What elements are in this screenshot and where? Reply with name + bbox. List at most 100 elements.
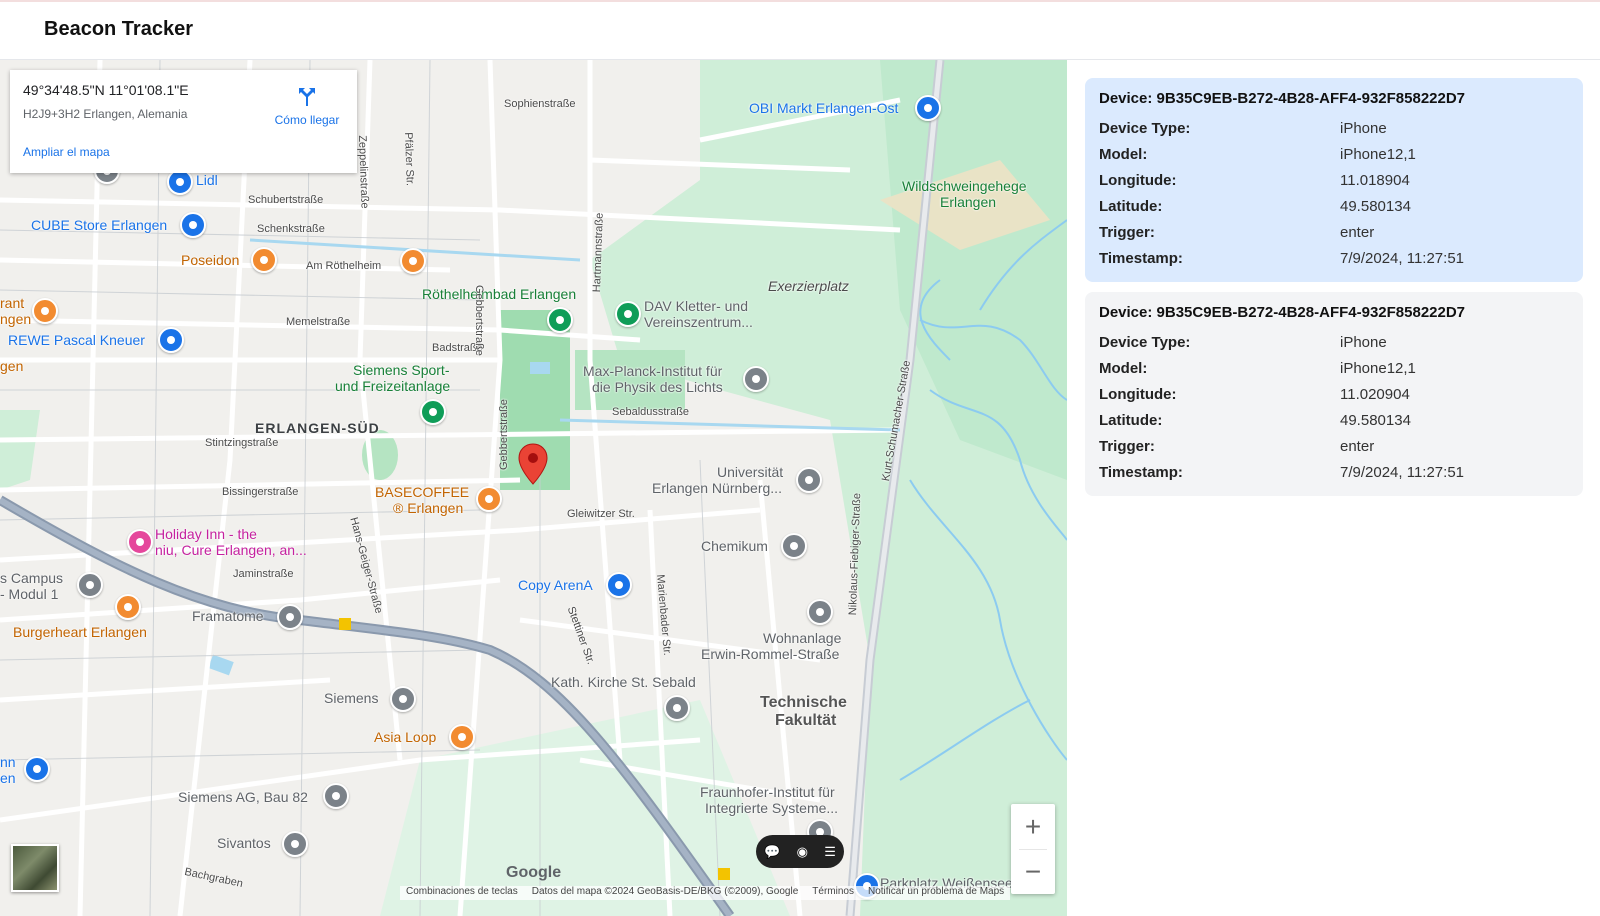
enlarge-map-link[interactable]: Ampliar el mapa xyxy=(23,145,110,159)
poi-label-burgerheart[interactable]: Burgerheart Erlangen xyxy=(13,624,147,640)
school-icon[interactable] xyxy=(796,467,822,493)
field-value: 49.580134 xyxy=(1340,197,1411,215)
poi-label-chemikum[interactable]: Chemikum xyxy=(701,538,768,554)
eye-icon[interactable]: ◉ xyxy=(797,844,808,860)
poi-label-wohnanlage-2[interactable]: Erwin-Rommel-Straße xyxy=(701,646,839,662)
poi-label-partial-2[interactable]: ngen xyxy=(0,311,31,327)
shopping-bag-icon[interactable] xyxy=(180,212,206,238)
zoom-out-button[interactable]: − xyxy=(1011,849,1055,894)
poi-label-uni[interactable]: Universität xyxy=(717,464,783,480)
poi-label-fraunhofer[interactable]: Fraunhofer-Institut für xyxy=(700,784,835,800)
place-icon[interactable] xyxy=(420,399,446,425)
field-row: Latitude: 49.580134 xyxy=(1099,407,1569,433)
district-label: ERLANGEN-SÜD xyxy=(255,420,380,436)
field-key: Trigger: xyxy=(1099,437,1155,455)
poi-label-siemens-sport-2[interactable]: und Freizeitanlage xyxy=(335,378,450,394)
place-icon[interactable] xyxy=(282,831,308,857)
list-icon[interactable]: ☰ xyxy=(824,844,836,860)
poi-label-rewe[interactable]: REWE Pascal Kneuer xyxy=(8,332,145,348)
school-icon[interactable] xyxy=(781,533,807,559)
poi-label-uni-2[interactable]: Erlangen Nürnberg... xyxy=(652,480,782,496)
shopping-cart-icon[interactable] xyxy=(158,327,184,353)
field-key: Longitude: xyxy=(1099,385,1177,403)
poi-label-siemens-ag[interactable]: Siemens AG, Bau 82 xyxy=(178,789,308,805)
directions-label: Cómo llegar xyxy=(274,113,340,127)
poi-label-asialoop[interactable]: Asia Loop xyxy=(374,729,436,745)
restaurant-icon[interactable] xyxy=(400,248,426,274)
poi-label-holiday[interactable]: Holiday Inn - the xyxy=(155,526,257,542)
place-icon[interactable] xyxy=(77,572,103,598)
place-icon[interactable] xyxy=(323,783,349,809)
hotel-icon[interactable] xyxy=(127,529,153,555)
poi-label-maxplanck[interactable]: Max-Planck-Institut für xyxy=(583,363,722,379)
restaurant-icon[interactable] xyxy=(115,594,141,620)
place-icon[interactable] xyxy=(615,301,641,327)
poi-label-lidl[interactable]: Lidl xyxy=(196,172,218,188)
poi-label-wildschwein-2[interactable]: Erlangen xyxy=(940,194,996,210)
shopping-bag-icon[interactable] xyxy=(606,572,632,598)
poi-label-campus-2[interactable]: - Modul 1 xyxy=(0,586,58,602)
directions-button[interactable]: Cómo llegar xyxy=(262,84,352,127)
place-icon[interactable] xyxy=(807,599,833,625)
field-key: Longitude: xyxy=(1099,171,1177,189)
poi-label-sivantos[interactable]: Sivantos xyxy=(217,835,271,851)
poi-label-campus[interactable]: s Campus xyxy=(0,570,63,586)
zoom-in-button[interactable]: + xyxy=(1011,804,1055,849)
poi-label-poseidon[interactable]: Poseidon xyxy=(181,252,239,268)
poi-label-cube[interactable]: CUBE Store Erlangen xyxy=(31,217,167,233)
poi-label-partial-3[interactable]: gen xyxy=(0,358,23,374)
comment-icon[interactable]: 💬 xyxy=(764,844,780,860)
field-value: 7/9/2024, 11:27:51 xyxy=(1340,463,1464,481)
keyboard-shortcuts-link[interactable]: Combinaciones de teclas xyxy=(406,886,518,900)
shopping-bag-icon[interactable] xyxy=(915,95,941,121)
zoom-control: + − xyxy=(1011,804,1055,894)
poi-label-basecoffee-2[interactable]: ® Erlangen xyxy=(393,500,463,516)
poi-label-partial[interactable]: rant xyxy=(0,295,24,311)
poi-label-wildschwein[interactable]: Wildschweingehege xyxy=(902,178,1027,194)
shopping-bag-icon[interactable] xyxy=(24,756,50,782)
poi-label-siemens[interactable]: Siemens xyxy=(324,690,378,706)
poi-label-dav[interactable]: DAV Kletter- und xyxy=(644,298,748,314)
device-card[interactable]: Device: 9B35C9EB-B272-4B28-AFF4-932F8582… xyxy=(1085,292,1583,496)
place-icon[interactable] xyxy=(277,604,303,630)
poi-label-obi[interactable]: OBI Markt Erlangen-Ost xyxy=(749,100,898,116)
restaurant-icon[interactable] xyxy=(32,298,58,324)
place-icon[interactable] xyxy=(390,686,416,712)
poi-label-technische[interactable]: Technische xyxy=(760,694,847,712)
poi-label-dav-2[interactable]: Vereinszentrum... xyxy=(644,314,753,330)
satellite-layer-toggle[interactable] xyxy=(11,844,59,892)
street-label: Gebbertstraße xyxy=(498,399,510,470)
location-marker-icon[interactable] xyxy=(518,443,548,485)
poi-label-partial-5[interactable]: en xyxy=(0,770,16,786)
poi-label-maxplanck-2[interactable]: die Physik des Lichts xyxy=(592,379,723,395)
poi-label-siemens-sport[interactable]: Siemens Sport- xyxy=(353,362,449,378)
device-card[interactable]: Device: 9B35C9EB-B272-4B28-AFF4-932F8582… xyxy=(1085,78,1583,282)
restaurant-icon[interactable] xyxy=(476,486,502,512)
poi-label-copy[interactable]: Copy ArenA xyxy=(518,577,593,593)
street-label: Schenkstraße xyxy=(257,223,325,235)
field-row: Model: iPhone12,1 xyxy=(1099,355,1569,381)
google-logo: Google xyxy=(506,864,562,881)
poi-label-kath[interactable]: Kath. Kirche St. Sebald xyxy=(551,674,696,690)
terms-link[interactable]: Términos xyxy=(812,886,854,900)
poi-label-partial-4[interactable]: nn xyxy=(0,754,16,770)
poi-label-technische-2[interactable]: Fakultät xyxy=(775,712,836,730)
field-row: Timestamp: 7/9/2024, 11:27:51 xyxy=(1099,245,1569,271)
restaurant-icon[interactable] xyxy=(449,724,475,750)
street-label: Zeppelinstraße xyxy=(356,135,371,209)
place-icon[interactable] xyxy=(547,307,573,333)
restaurant-icon[interactable] xyxy=(251,247,277,273)
poi-label-basecoffee[interactable]: BASECOFFEE xyxy=(375,484,469,500)
poi-label-fraunhofer-2[interactable]: Integrierte Systeme... xyxy=(705,800,838,816)
poi-label-wohnanlage[interactable]: Wohnanlage xyxy=(763,630,841,646)
poi-label-roethelheimbad[interactable]: Röthelheimbad Erlangen xyxy=(422,286,576,302)
report-problem-link[interactable]: Notificar un problema de Maps xyxy=(868,886,1004,900)
field-key: Timestamp: xyxy=(1099,463,1183,481)
device-list-panel: Device: 9B35C9EB-B272-4B28-AFF4-932F8582… xyxy=(1067,60,1600,916)
place-icon[interactable] xyxy=(743,366,769,392)
poi-label-holiday-2[interactable]: niu, Cure Erlangen, an... xyxy=(155,542,307,558)
street-label: Pfälzer Str. xyxy=(402,132,416,187)
map-view[interactable]: Sophienstraße OBI Markt Erlangen-Ost Wil… xyxy=(0,60,1067,916)
church-icon[interactable] xyxy=(664,695,690,721)
poi-label-framatome[interactable]: Framatome xyxy=(192,608,264,624)
